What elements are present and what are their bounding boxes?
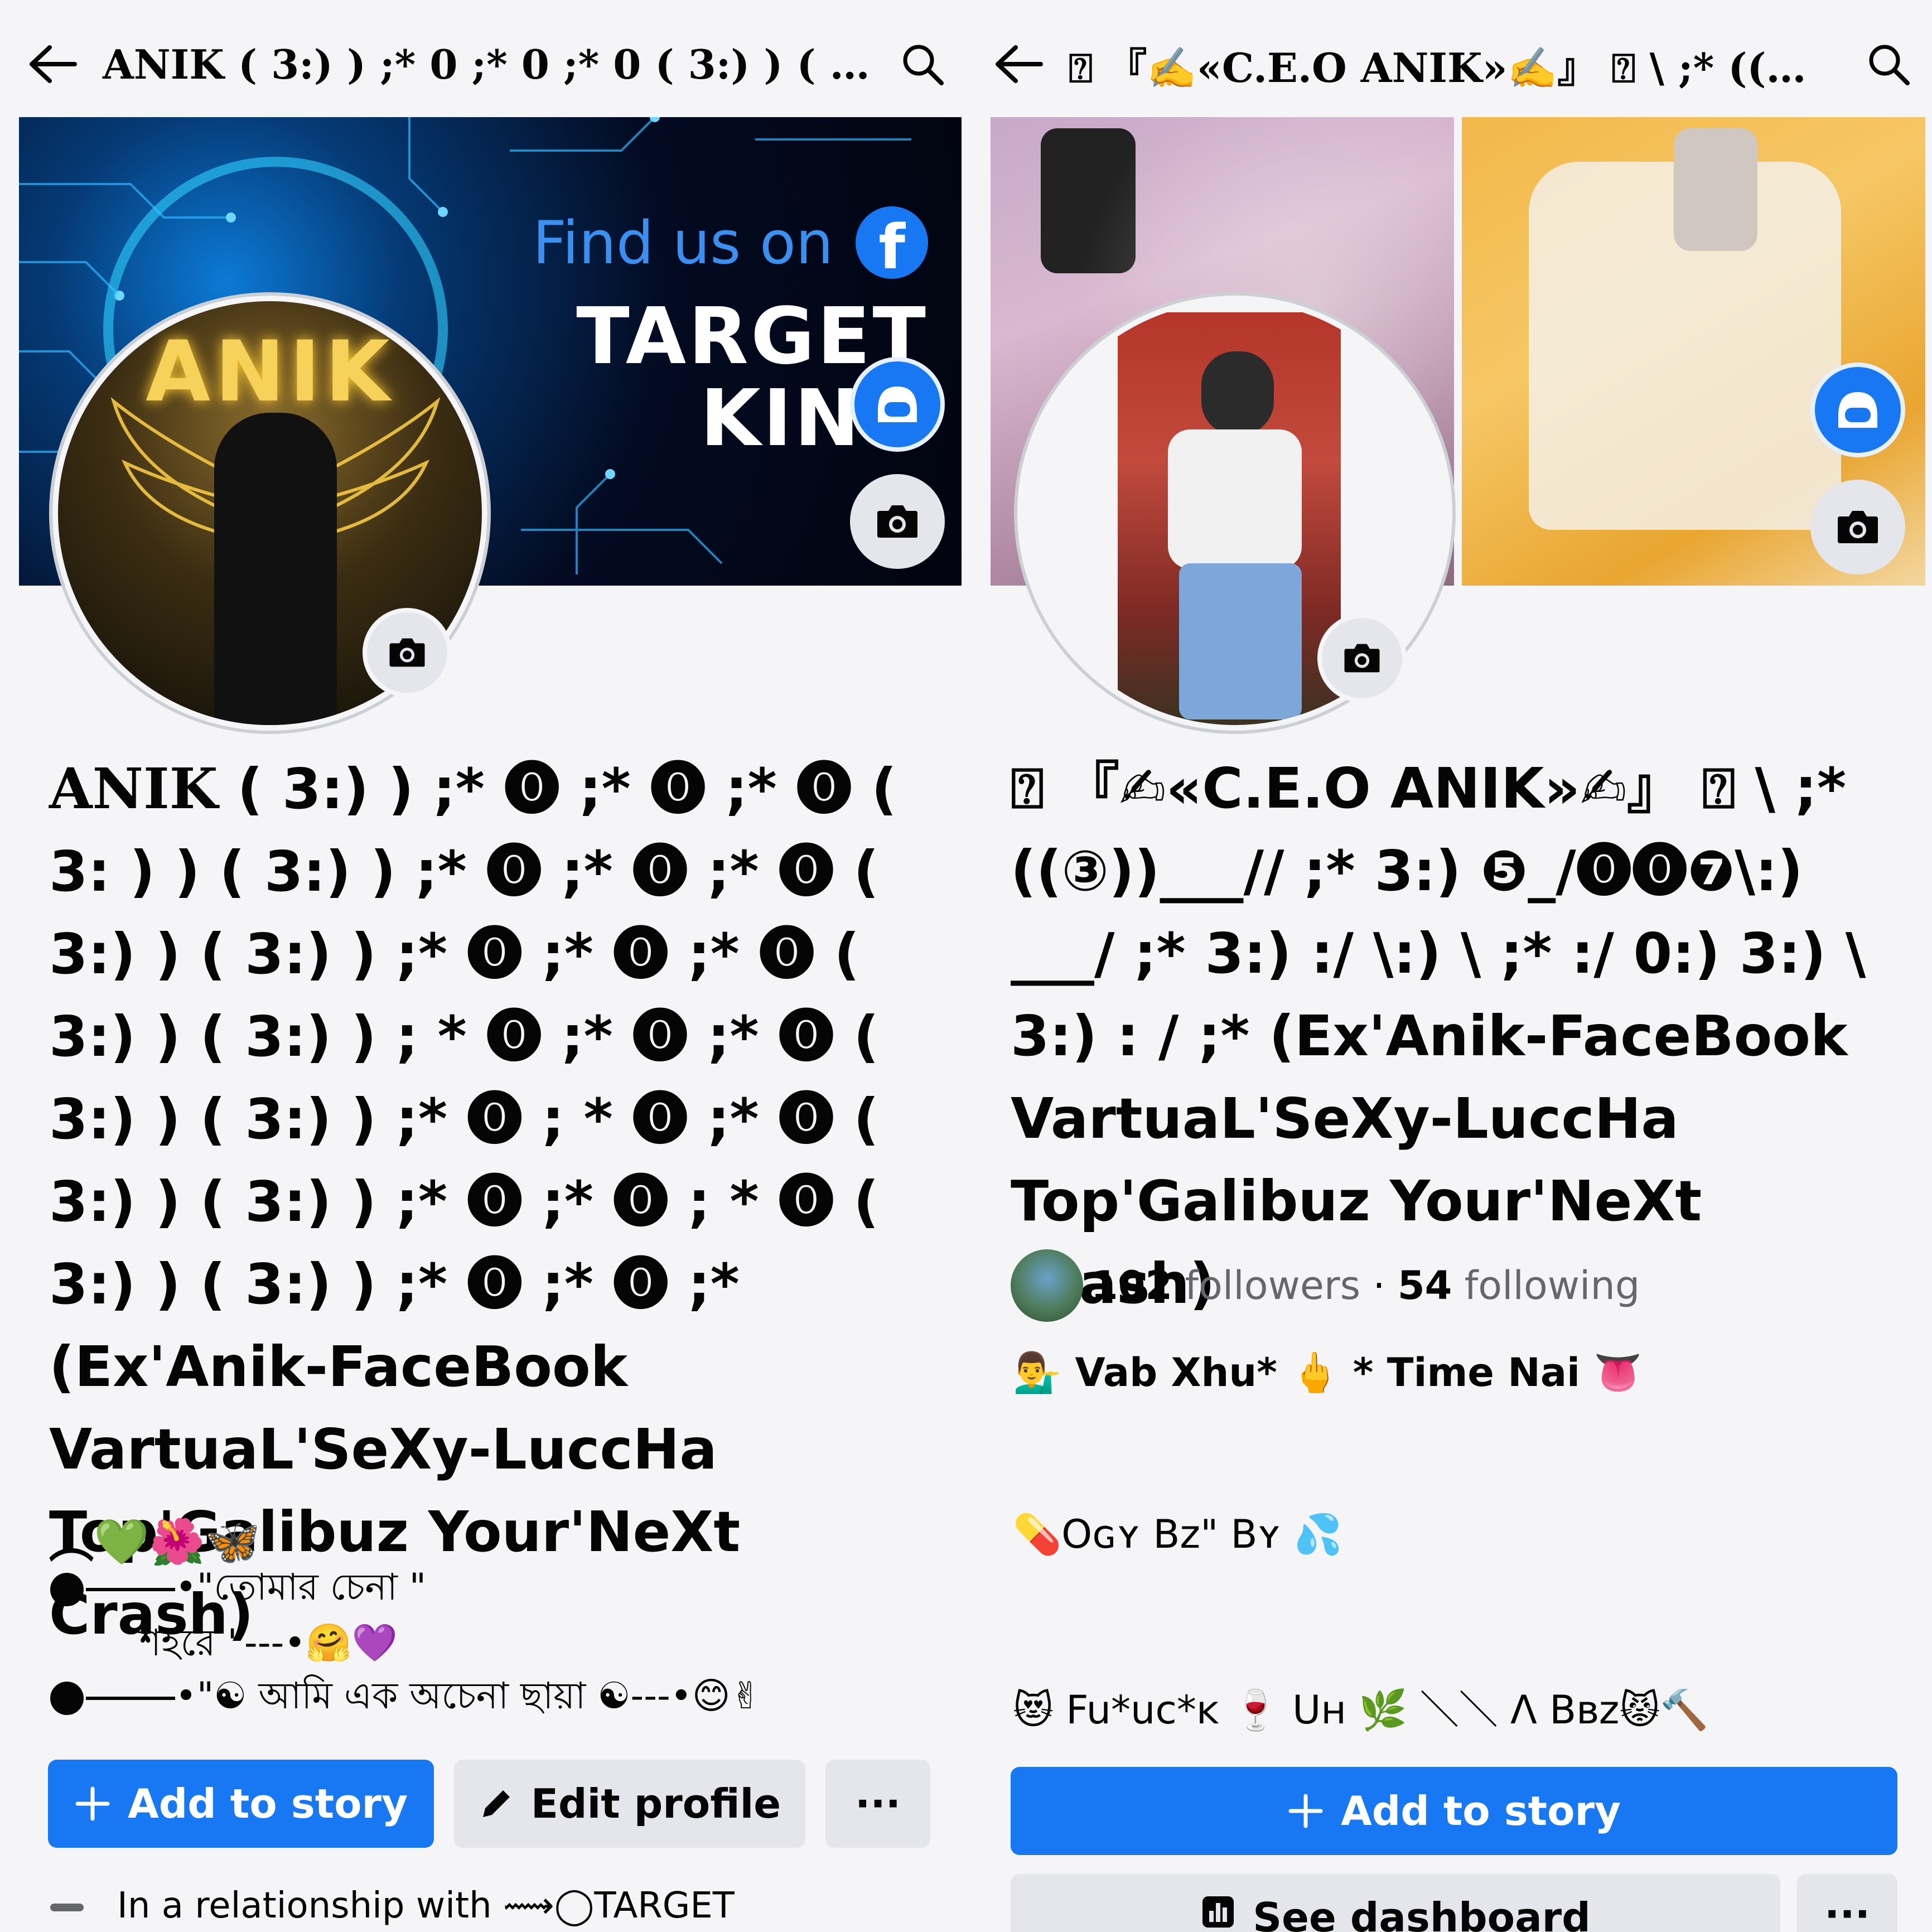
profile-name-head: ANIK [49, 756, 218, 822]
profile-camera-button[interactable] [1317, 614, 1407, 703]
relationship-text: In a relationship with ⟿◯TARGET [117, 1885, 735, 1926]
follower-avatar [1011, 1249, 1083, 1322]
page-title: ⍰ 『✍«C.E.O ANIK»✍』 ⍰ \ ;* ((③))___… [1069, 44, 1855, 91]
back-arrow-icon[interactable] [19, 31, 86, 98]
back-arrow-icon[interactable] [985, 31, 1052, 98]
more-options-button[interactable]: ··· [1797, 1874, 1897, 1932]
following-count: 54 [1397, 1263, 1452, 1308]
avatar-icon [1838, 392, 1877, 428]
plus-icon [1288, 1794, 1323, 1828]
bio-line-2: শহরে "---•🤗💜 [139, 1621, 398, 1664]
bullet-dot [50, 1572, 84, 1606]
dashboard-icon [1202, 1896, 1234, 1928]
avatar-button[interactable] [850, 357, 945, 452]
bio-line-1-text: •"তোমার চেনা " [175, 1566, 427, 1609]
add-to-story-label: Add to story [1341, 1788, 1621, 1834]
find-us-label: Find us on [532, 208, 833, 277]
profile-photo [1118, 312, 1341, 725]
search-icon[interactable] [1855, 31, 1922, 98]
cover-find-us: Find us on f [533, 206, 928, 279]
camera-icon [877, 505, 917, 538]
bullet-dot [50, 1681, 84, 1715]
followers-count: 102 [1091, 1263, 1173, 1308]
bio-line-1: •"তোমার চেনা " [50, 1559, 426, 1620]
avatar-icon [878, 387, 917, 422]
followers-label: followers [1185, 1263, 1361, 1308]
plus-icon [75, 1786, 110, 1821]
edit-profile-button[interactable]: Edit profile [454, 1760, 805, 1848]
profile-head [1201, 351, 1274, 435]
profile-shirt [1168, 429, 1302, 569]
see-dashboard-label: See dashboard [1253, 1894, 1591, 1932]
profile-name: ⍰ 『✍«C.E.O ANIK»✍』 ⍰ \ ;* ((③))___// ;* … [1011, 756, 1866, 1316]
add-to-story-button[interactable]: Add to story [48, 1760, 434, 1848]
phone-graphic [1674, 128, 1757, 251]
bio-line-3: •"☯ আমি এক অচেনা ছায়া ☯---•😊✌ [50, 1668, 761, 1729]
profile-figure [214, 413, 337, 725]
pencil-icon [482, 1790, 510, 1817]
top-bar: ⍰ 『✍«C.E.O ANIK»✍』 ⍰ \ ;* ((③))___… [985, 17, 1922, 112]
more-options-button[interactable]: ··· [825, 1760, 930, 1848]
top-bar: ANIK ( 3:) ) ;* 0 ;* 0 ;* 0 ( 3:) ) ( … [19, 17, 956, 112]
camera-icon [1344, 644, 1380, 673]
followers-row[interactable]: 102 followers · 54 following [1011, 1249, 1640, 1322]
avatar-button[interactable] [1810, 363, 1905, 457]
cover-camera-button[interactable] [850, 474, 945, 569]
camera-icon [389, 638, 425, 667]
cover-camera-button[interactable] [1810, 480, 1905, 574]
see-dashboard-button[interactable]: See dashboard [1011, 1874, 1780, 1932]
add-to-story-button[interactable]: Add to story [1011, 1767, 1897, 1855]
camera-icon [1838, 511, 1878, 543]
bio-line-3-text: •"☯ আমি এক অচেনা ছায়া ☯---•😊✌ [175, 1674, 761, 1717]
bio-line-2: 💊Oɢʏ Bz" Bʏ 💦 [1013, 1511, 1342, 1557]
profile-camera-button[interactable] [363, 608, 452, 697]
following-label: following [1464, 1263, 1640, 1308]
profile-jeans [1179, 563, 1302, 719]
left-profile-panel: ANIK ( 3:) ) ;* 0 ;* 0 ;* 0 ( 3:) ) ( … … [0, 0, 966, 1932]
bullet-line [86, 1587, 175, 1591]
search-icon[interactable] [889, 31, 956, 98]
edit-profile-label: Edit profile [530, 1780, 781, 1827]
add-to-story-label: Add to story [128, 1780, 408, 1827]
facebook-logo-icon: f [856, 206, 928, 279]
relationship-icon [50, 1904, 84, 1912]
page-title: ANIK ( 3:) ) ;* 0 ;* 0 ;* 0 ( 3:) ) ( … [103, 40, 870, 88]
relationship-status: In a relationship with ⟿◯TARGET [50, 1885, 735, 1926]
right-profile-panel: ⍰ 『✍«C.E.O ANIK»✍』 ⍰ \ ;* ((③))___… ⍰ 『 [966, 0, 1932, 1932]
bio-line-3: 😻 Fu*uc*ᴋ 🍷 Uʜ 🌿 ＼＼ Λ Bʙz😾🔨 [1013, 1687, 1709, 1733]
bullet-line [86, 1696, 175, 1700]
bio-line-1: 💁‍♂️ Vab Xhu* 🖕 * Time Nai 👅 [1013, 1350, 1643, 1395]
